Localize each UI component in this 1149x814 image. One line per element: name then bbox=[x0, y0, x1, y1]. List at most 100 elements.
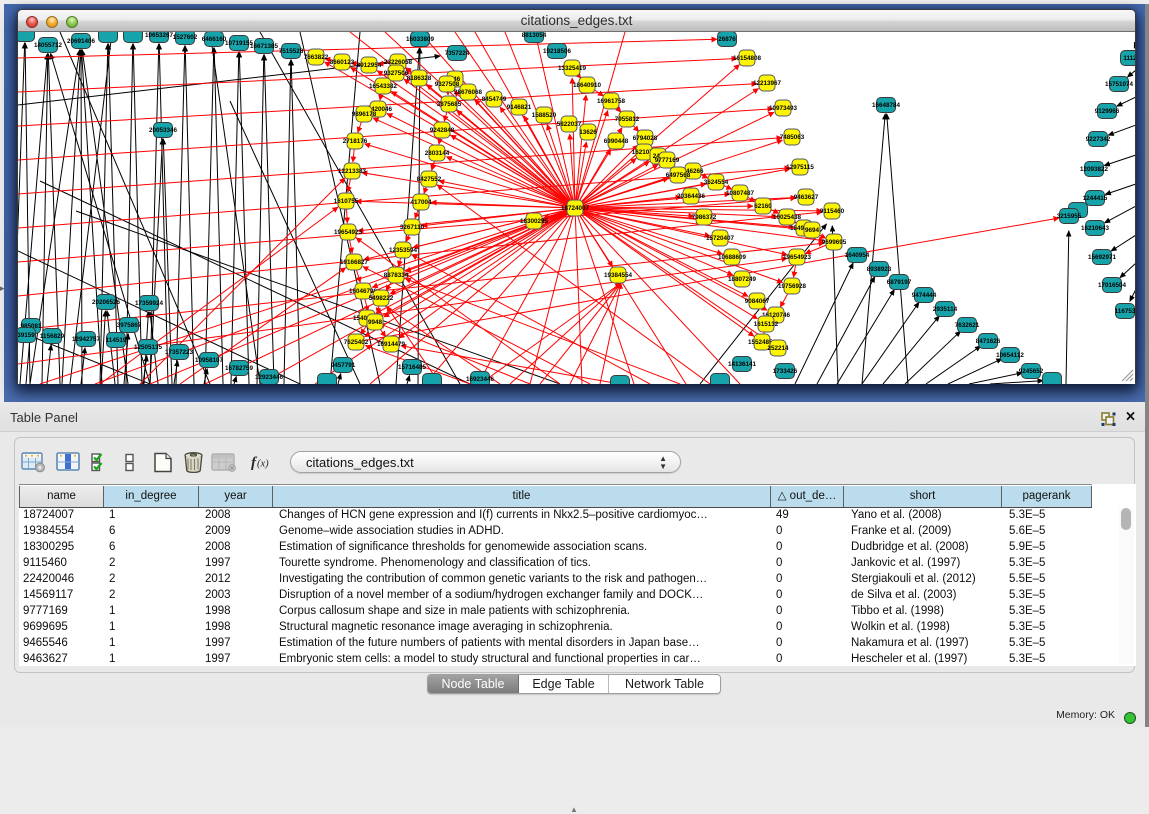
svg-text:7515528: 7515528 bbox=[279, 48, 304, 55]
svg-text:12942757: 12942757 bbox=[72, 336, 101, 343]
svg-text:(x): (x) bbox=[257, 459, 269, 470]
svg-text:9948: 9948 bbox=[368, 319, 383, 326]
svg-text:1640954: 1640954 bbox=[845, 252, 870, 259]
svg-text:17359924: 17359924 bbox=[135, 300, 164, 307]
svg-text:2718176: 2718176 bbox=[343, 138, 368, 145]
svg-text:8471626: 8471626 bbox=[976, 338, 1001, 345]
svg-text:10025438: 10025438 bbox=[773, 214, 802, 221]
svg-text:3267110: 3267110 bbox=[400, 224, 425, 231]
svg-text:7986372: 7986372 bbox=[692, 214, 717, 221]
svg-text:15716485: 15716485 bbox=[398, 364, 427, 371]
svg-text:9084067: 9084067 bbox=[745, 298, 770, 305]
svg-text:18640910: 18640910 bbox=[573, 82, 602, 89]
svg-text:26876: 26876 bbox=[718, 36, 736, 43]
svg-text:16648784: 16648784 bbox=[872, 102, 901, 109]
svg-text:2803144: 2803144 bbox=[425, 150, 450, 157]
svg-text:9457791: 9457791 bbox=[331, 362, 356, 369]
svg-text:13626: 13626 bbox=[579, 129, 597, 136]
svg-text:7357224: 7357224 bbox=[445, 50, 470, 57]
svg-text:10807487: 10807487 bbox=[726, 190, 755, 197]
svg-text:9777169: 9777169 bbox=[655, 157, 680, 164]
svg-text:12213383: 12213383 bbox=[338, 168, 367, 175]
svg-text:1244415: 1244415 bbox=[1083, 195, 1108, 202]
svg-text:7485063: 7485063 bbox=[780, 134, 805, 141]
svg-text:1156829: 1156829 bbox=[40, 333, 65, 340]
svg-text:6990448: 6990448 bbox=[604, 138, 629, 145]
svg-text:1588520: 1588520 bbox=[532, 112, 557, 119]
svg-text:12505135: 12505135 bbox=[134, 344, 163, 351]
svg-text:15692971: 15692971 bbox=[1088, 254, 1117, 261]
svg-text:13325419: 13325419 bbox=[558, 65, 587, 72]
svg-text:12975115: 12975115 bbox=[786, 164, 814, 171]
svg-text:19654923: 19654923 bbox=[783, 254, 812, 261]
svg-text:6879197: 6879197 bbox=[887, 279, 912, 286]
svg-text:6497568: 6497568 bbox=[666, 172, 691, 179]
svg-text:1527602: 1527602 bbox=[173, 34, 198, 41]
svg-text:17016504: 17016504 bbox=[1098, 282, 1127, 289]
svg-text:12093822: 12093822 bbox=[1080, 166, 1109, 173]
svg-text:16961758: 16961758 bbox=[597, 98, 626, 105]
svg-text:16543382: 16543382 bbox=[369, 83, 398, 90]
svg-text:3624554: 3624554 bbox=[704, 179, 729, 186]
svg-text:10958107: 10958107 bbox=[195, 357, 224, 364]
svg-text:16033809: 16033809 bbox=[406, 36, 435, 43]
svg-text:10653267: 10653267 bbox=[145, 32, 174, 39]
svg-text:15751074: 15751074 bbox=[1105, 81, 1134, 88]
svg-text:16154808: 16154808 bbox=[733, 55, 762, 62]
svg-text:39159: 39159 bbox=[18, 332, 35, 339]
svg-text:252214: 252214 bbox=[767, 345, 789, 352]
svg-text:9474444: 9474444 bbox=[912, 292, 937, 299]
svg-text:9227342: 9227342 bbox=[1086, 136, 1111, 143]
svg-text:20206526: 20206526 bbox=[92, 299, 121, 306]
svg-text:9327508: 9327508 bbox=[435, 81, 460, 88]
svg-text:19654923: 19654923 bbox=[334, 229, 363, 236]
svg-text:6466160: 6466160 bbox=[202, 36, 227, 43]
svg-text:3975867: 3975867 bbox=[117, 322, 142, 329]
svg-text:15720407: 15720407 bbox=[706, 235, 735, 242]
svg-text:18724007: 18724007 bbox=[561, 205, 590, 212]
svg-text:8186328: 8186328 bbox=[407, 75, 432, 82]
svg-text:114519: 114519 bbox=[106, 337, 127, 344]
svg-text:2935114: 2935114 bbox=[933, 306, 958, 313]
svg-text:9115460: 9115460 bbox=[820, 208, 845, 215]
svg-text:28676068: 28676068 bbox=[454, 89, 483, 96]
svg-text:9146821: 9146821 bbox=[507, 104, 532, 111]
svg-text:1615132: 1615132 bbox=[754, 321, 779, 328]
svg-text:9129966: 9129966 bbox=[1095, 108, 1120, 115]
svg-text:10973493: 10973493 bbox=[769, 105, 798, 112]
svg-text:1733426: 1733426 bbox=[773, 368, 798, 375]
svg-text:16923446: 16923446 bbox=[466, 376, 495, 383]
svg-text:6794028: 6794028 bbox=[633, 135, 658, 142]
svg-text:8813054: 8813054 bbox=[522, 32, 547, 39]
svg-text:12213967: 12213967 bbox=[753, 80, 782, 87]
svg-text:1112: 1112 bbox=[1123, 55, 1135, 62]
svg-text:9463627: 9463627 bbox=[794, 194, 819, 201]
svg-text:5822037: 5822037 bbox=[557, 121, 582, 128]
svg-text:16782759: 16782759 bbox=[225, 365, 254, 372]
svg-text:9242848: 9242848 bbox=[430, 127, 455, 134]
svg-text:10654112: 10654112 bbox=[996, 352, 1024, 359]
svg-text:8938923: 8938923 bbox=[867, 266, 892, 273]
svg-text:20364436: 20364436 bbox=[677, 193, 706, 200]
svg-text:5498222: 5498222 bbox=[369, 295, 394, 302]
svg-text:8878334: 8878334 bbox=[384, 272, 409, 279]
svg-text:9245652: 9245652 bbox=[1019, 368, 1044, 375]
svg-text:8427552: 8427552 bbox=[417, 176, 442, 183]
svg-text:12353594: 12353594 bbox=[389, 247, 418, 254]
svg-text:17357223: 17357223 bbox=[165, 349, 194, 356]
svg-text:3875685: 3875685 bbox=[437, 101, 462, 108]
svg-text:8912954: 8912954 bbox=[357, 62, 382, 69]
svg-text:19756928: 19756928 bbox=[778, 283, 807, 290]
svg-text:9896178: 9896178 bbox=[352, 111, 377, 118]
svg-text:14055712: 14055712 bbox=[34, 42, 63, 49]
svg-text:9327506: 9327506 bbox=[384, 70, 409, 77]
svg-text:7955812: 7955812 bbox=[615, 116, 640, 123]
svg-text:20053346: 20053346 bbox=[149, 127, 178, 134]
svg-text:8454749: 8454749 bbox=[482, 96, 507, 103]
svg-text:9699695: 9699695 bbox=[822, 239, 847, 246]
svg-text:19218506: 19218506 bbox=[543, 48, 572, 55]
svg-text:18300295: 18300295 bbox=[520, 218, 549, 225]
svg-text:19166827: 19166827 bbox=[340, 259, 369, 266]
svg-text:116753: 116753 bbox=[1115, 308, 1135, 315]
svg-text:8660123: 8660123 bbox=[330, 59, 355, 66]
